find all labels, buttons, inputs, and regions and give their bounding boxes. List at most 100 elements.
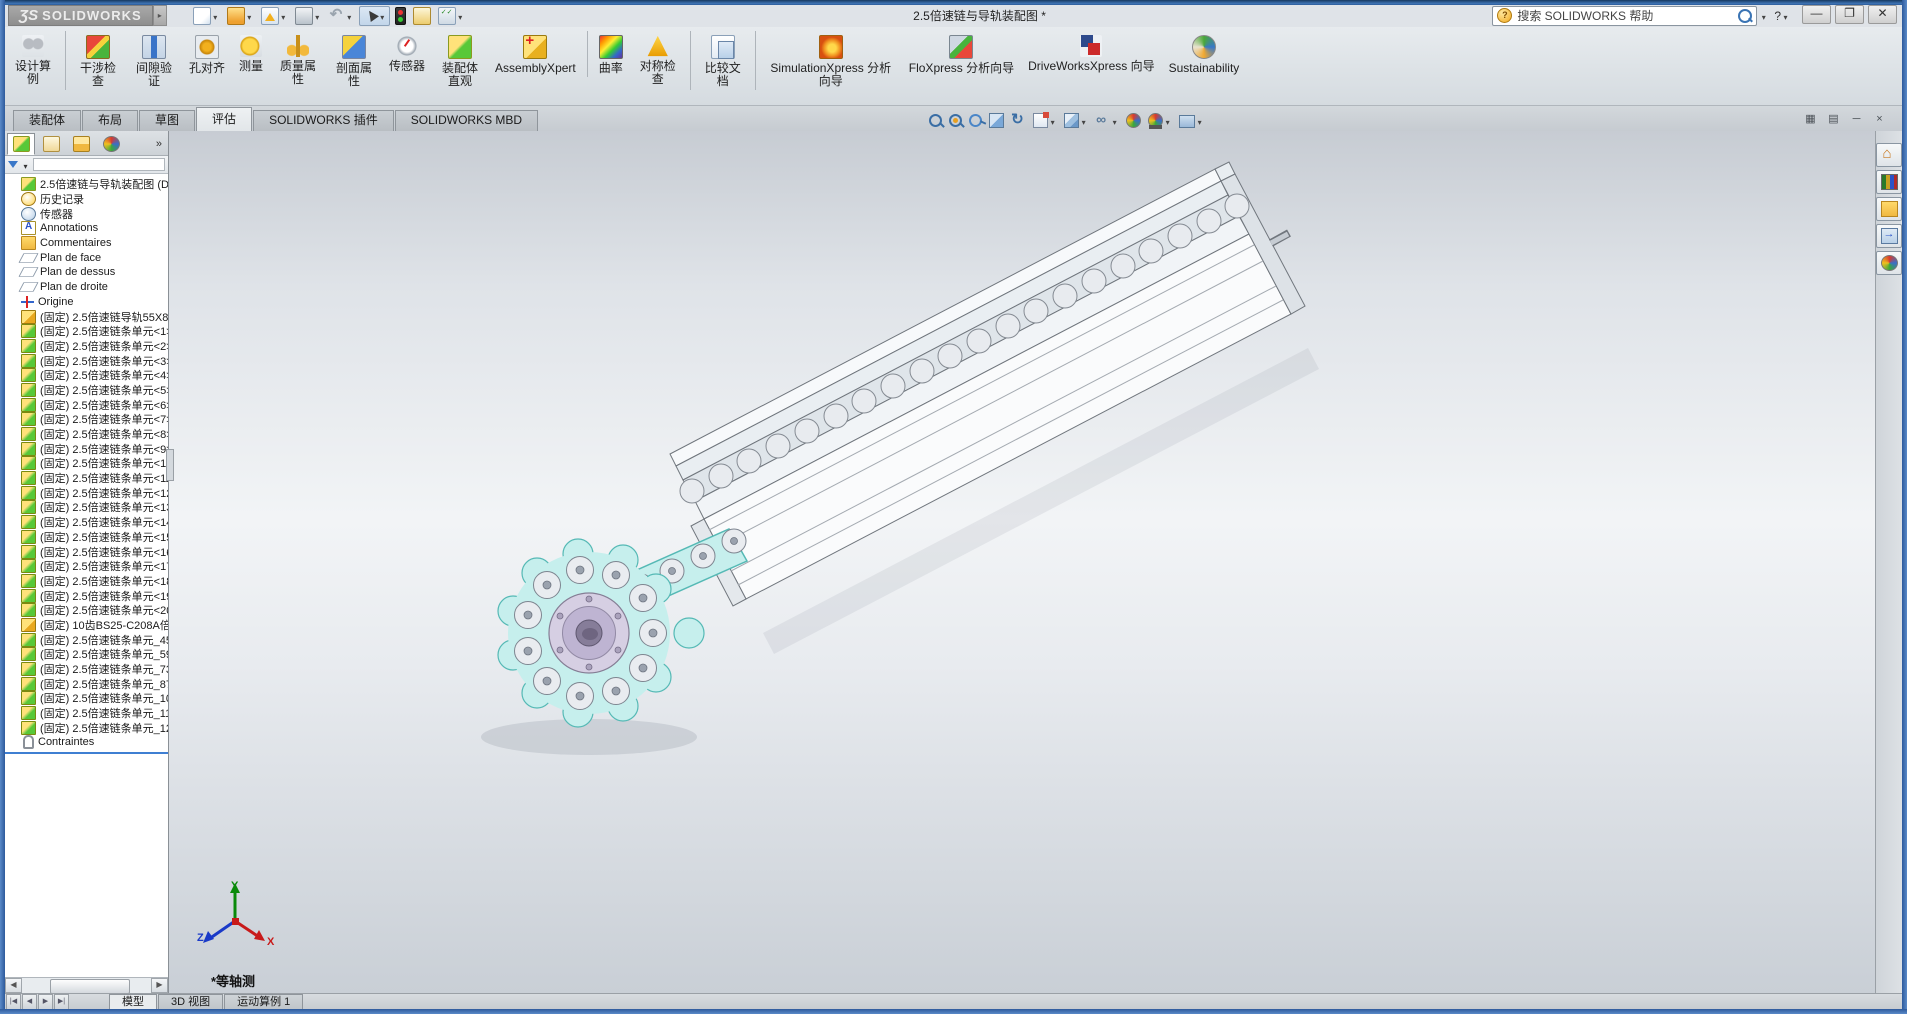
tab-sketch[interactable]: 草图	[139, 110, 196, 131]
scrollbar-thumb[interactable]	[50, 979, 130, 994]
clearance-verify-button[interactable]: 间隙验证	[126, 31, 182, 90]
tree-item[interactable]: (固定) 2.5倍速链条单元_59	[7, 647, 168, 662]
tab-layout[interactable]: 布局	[82, 110, 139, 131]
edit-appearance-button[interactable]	[1126, 113, 1142, 128]
tree-item[interactable]: (固定) 2.5倍速链条单元<20>	[7, 603, 168, 618]
apply-scene-button[interactable]	[1148, 113, 1172, 129]
3d-views-tab[interactable]: 3D 视图	[158, 994, 224, 1010]
first-tab-button[interactable]: |◀	[6, 994, 21, 1010]
zoom-to-area-button[interactable]	[949, 114, 963, 127]
tree-item[interactable]: Contraintes	[7, 735, 168, 750]
next-tab-button[interactable]: ▶	[38, 994, 53, 1010]
select-tool-button[interactable]	[358, 5, 390, 26]
measure-button[interactable]: 测量	[232, 31, 270, 75]
scroll-left-icon[interactable]: ◀	[5, 978, 22, 993]
mass-properties-button[interactable]: 质量属性	[270, 31, 326, 88]
displaymanager-tab[interactable]	[97, 133, 125, 155]
last-tab-button[interactable]: ▶|	[54, 994, 69, 1010]
compare-docs-button[interactable]: 比较文档	[689, 31, 751, 90]
tree-item[interactable]: (固定) 2.5倍速链条单元<8>	[7, 427, 168, 442]
hide-show-items-button[interactable]	[1095, 111, 1119, 128]
tree-item[interactable]: (固定) 2.5倍速链条单元_73	[7, 662, 168, 677]
tab-solidworks-mbd[interactable]: SOLIDWORKS MBD	[394, 110, 539, 131]
dropdown-arrow-icon[interactable]	[279, 9, 288, 23]
menu-expand-arrow-icon[interactable]: ▸	[152, 5, 167, 26]
tree-item[interactable]: (固定) 2.5倍速链条单元<12>	[7, 485, 168, 500]
configurationmanager-tab[interactable]	[67, 133, 95, 155]
propertymanager-tab[interactable]	[37, 133, 65, 155]
tab-solidworks-addins[interactable]: SOLIDWORKS 插件	[253, 110, 394, 131]
tree-item[interactable]: (固定) 10齿BS25-C208A倍	[7, 617, 168, 633]
cascade-windows-button[interactable]: ▦	[1802, 112, 1819, 127]
scrollbar-track[interactable]	[22, 979, 151, 994]
model-tab[interactable]: 模型	[109, 994, 157, 1010]
tab-assembly[interactable]: 装配体	[13, 110, 82, 131]
panel-horizontal-scrollbar[interactable]: ◀ ▶	[5, 977, 168, 994]
tree-item[interactable]: Commentaires	[7, 236, 168, 251]
tree-item[interactable]: (固定) 2.5倍速链导轨55X85	[7, 309, 168, 324]
restore-button[interactable]: ❐	[1835, 5, 1864, 24]
dropdown-arrow-icon[interactable]	[345, 9, 354, 23]
view-settings-button[interactable]	[1179, 113, 1204, 128]
tree-item[interactable]: (固定) 2.5倍速链条单元<10>	[7, 456, 168, 471]
tree-item[interactable]: (固定) 2.5倍速链条单元<1>	[7, 324, 168, 339]
section-properties-button[interactable]: 剖面属性	[326, 31, 382, 90]
assemblyxpert-button[interactable]: AssemblyXpert	[488, 31, 583, 77]
floxpress-button[interactable]: FloXpress 分析向导	[902, 31, 1021, 77]
tree-item[interactable]: (固定) 2.5倍速链条单元_12	[7, 720, 168, 735]
panel-splitter-handle[interactable]	[166, 449, 174, 481]
tree-item[interactable]: Origine	[7, 295, 168, 310]
file-explorer-tab[interactable]	[1876, 197, 1902, 221]
search-input[interactable]: ? 搜索 SOLIDWORKS 帮助	[1492, 5, 1758, 26]
tree-item[interactable]: (固定) 2.5倍速链条单元_87	[7, 676, 168, 691]
tree-item[interactable]: Annotations	[7, 221, 168, 236]
tree-item[interactable]: (固定) 2.5倍速链条单元_10	[7, 691, 168, 706]
design-library-tab[interactable]	[1876, 170, 1902, 194]
minimize-document-button[interactable]: ─	[1848, 112, 1865, 127]
simulationxpress-button[interactable]: SimulationXpress 分析向导	[754, 31, 902, 90]
tree-item[interactable]: (固定) 2.5倍速链条单元<16>	[7, 544, 168, 559]
filter-dropdown-arrow-icon[interactable]	[21, 158, 30, 172]
tree-item[interactable]: (固定) 2.5倍速链条单元<13>	[7, 500, 168, 515]
symmetry-check-button[interactable]: 对称检查	[630, 31, 686, 88]
dropdown-arrow-icon[interactable]	[456, 9, 465, 23]
tree-item[interactable]: (固定) 2.5倍速链条单元<18>	[7, 573, 168, 589]
close-button[interactable]: ✕	[1868, 5, 1897, 24]
solidworks-resources-tab[interactable]	[1876, 143, 1902, 167]
tree-item[interactable]: Plan de droite	[7, 280, 168, 295]
new-document-button[interactable]	[191, 6, 222, 26]
scroll-right-icon[interactable]: ▶	[151, 978, 168, 993]
tile-windows-button[interactable]: ▤	[1825, 112, 1842, 127]
sensors-button[interactable]: 传感器	[382, 31, 432, 75]
file-properties-button[interactable]	[411, 6, 433, 26]
filter-funnel-icon[interactable]	[8, 161, 18, 168]
make-drawing-button[interactable]	[259, 6, 290, 26]
open-document-button[interactable]	[225, 6, 256, 26]
tree-item[interactable]: (固定) 2.5倍速链条单元<9>	[7, 441, 168, 456]
search-icon[interactable]	[1738, 8, 1753, 23]
tree-item[interactable]: 历史记录	[7, 192, 168, 207]
dropdown-arrow-icon[interactable]	[313, 9, 322, 23]
help-button[interactable]: ?	[1768, 9, 1796, 23]
appearances-scenes-tab[interactable]	[1876, 251, 1902, 275]
view-orientation-button[interactable]	[1033, 112, 1057, 128]
tree-item[interactable]: Plan de face	[7, 250, 168, 265]
tree-item[interactable]: (固定) 2.5倍速链条单元<4>	[7, 368, 168, 383]
assembly-visualization-button[interactable]: 装配体直观	[432, 31, 488, 90]
tree-item[interactable]: (固定) 2.5倍速链条单元<3>	[7, 353, 168, 368]
curvature-button[interactable]: 曲率	[586, 31, 630, 77]
tree-item[interactable]: Plan de dessus	[7, 265, 168, 280]
section-view-button[interactable]	[989, 113, 1005, 128]
dropdown-arrow-icon[interactable]	[1079, 114, 1088, 128]
driveworksxpress-button[interactable]: DriveWorksXpress 向导	[1021, 31, 1161, 75]
assembly-model[interactable]	[169, 131, 1875, 993]
tree-item[interactable]: (固定) 2.5倍速链条单元<15>	[7, 529, 168, 545]
close-document-button[interactable]: ×	[1871, 112, 1888, 127]
featuremanager-tab[interactable]	[7, 132, 35, 155]
display-style-button[interactable]	[1064, 113, 1088, 128]
panel-overflow-button[interactable]: »	[156, 138, 166, 150]
undo-button[interactable]	[327, 5, 356, 25]
dropdown-arrow-icon[interactable]	[1195, 114, 1204, 128]
dropdown-arrow-icon[interactable]	[1110, 114, 1119, 128]
print-button[interactable]	[293, 6, 324, 26]
